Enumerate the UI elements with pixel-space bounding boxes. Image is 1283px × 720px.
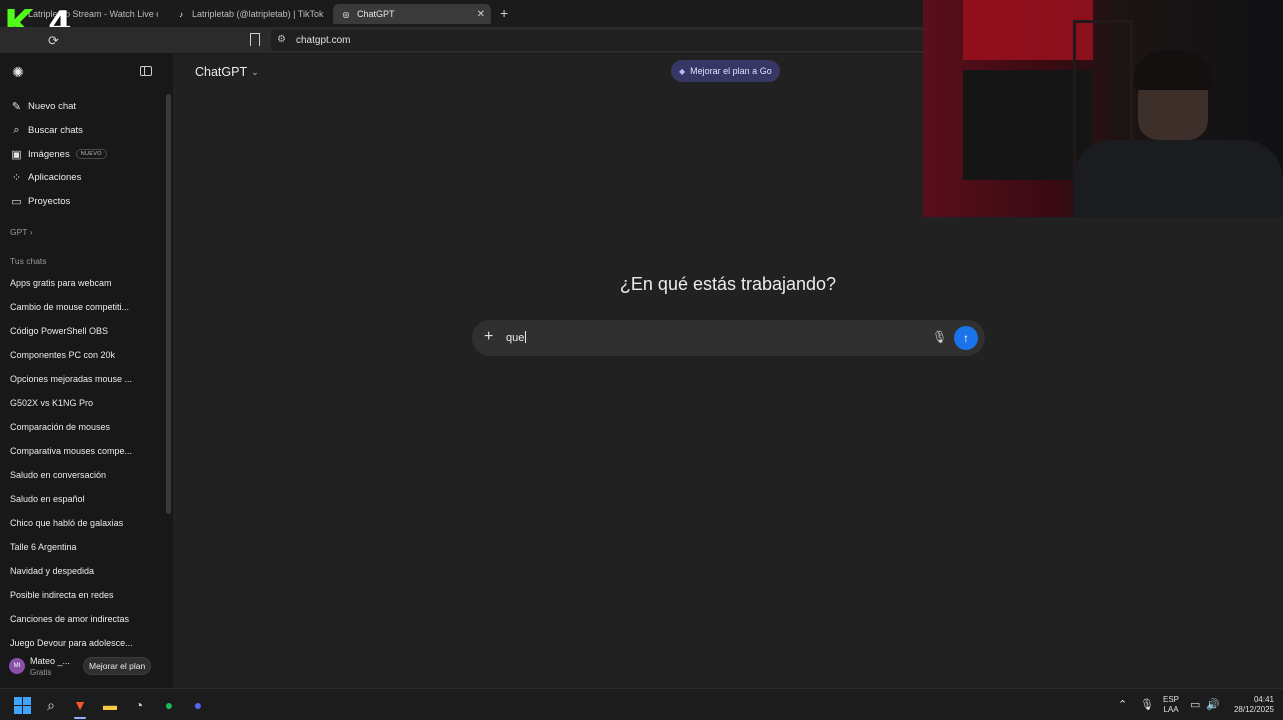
clock[interactable]: 04:41 28/12/2025 <box>1226 689 1274 720</box>
screen: Latripletab Stream - Watch Live on Kick … <box>0 0 1283 720</box>
active-app-indicator <box>74 717 86 719</box>
edit-icon: ✎ <box>11 100 22 113</box>
search-icon: ⌕ <box>13 123 20 136</box>
arrow-up-icon: ↑ <box>963 331 969 345</box>
prompt-input[interactable]: que <box>506 331 527 344</box>
chatgpt-icon: ◎ <box>342 9 350 19</box>
chevron-up-icon[interactable]: ⌃ <box>1118 698 1127 711</box>
avatar[interactable]: MI <box>9 658 25 674</box>
send-button[interactable]: ↑ <box>954 326 978 350</box>
prompt-text: que <box>506 332 525 344</box>
spotify-icon[interactable]: ● <box>159 695 179 715</box>
chats-heading: Tus chats <box>10 256 47 266</box>
sidebar-item-projects[interactable]: ▭ Proyectos <box>10 192 70 210</box>
language-code: ESP <box>1162 695 1179 704</box>
composer[interactable]: + que 🎙 ↑ <box>472 320 985 356</box>
language-indicator[interactable]: ESP LAA <box>1162 689 1180 720</box>
chat-list-item[interactable]: Comparación de mouses <box>10 422 160 432</box>
model-name: ChatGPT <box>195 65 248 79</box>
new-badge: NUEVO <box>75 149 107 159</box>
sidebar-item-label: Aplicaciones <box>28 171 82 183</box>
microphone-tray-icon[interactable]: 🎙 <box>1140 698 1154 711</box>
chat-list-item[interactable]: Comparativa mouses compe... <box>10 446 160 456</box>
tiktok-icon: ♪ <box>179 9 183 19</box>
tab-title: Latripletab (@latripletab) | TikTok <box>192 9 324 19</box>
text-caret <box>525 331 527 343</box>
url-text: chatgpt.com <box>296 35 351 46</box>
image-icon: ▣ <box>11 148 22 161</box>
webcam-overlay <box>923 0 1283 217</box>
webcam-person-hair <box>1133 50 1213 90</box>
folder-icon: ▭ <box>11 195 22 208</box>
sidebar-gpt-section[interactable]: GPT › <box>10 227 33 237</box>
close-tab-icon[interactable]: ✕ <box>477 9 485 20</box>
browser-tab-strip: Latripletab Stream - Watch Live on Kick … <box>0 0 923 27</box>
sidebar-item-apps[interactable]: ⁘ Aplicaciones <box>10 168 81 186</box>
new-tab-button[interactable]: + <box>500 5 508 21</box>
chat-list-item[interactable]: Canciones de amor indirectas <box>10 614 160 624</box>
sidebar-item-new-chat[interactable]: ✎ Nuevo chat <box>10 97 76 115</box>
sidebar: ✺ ✎ Nuevo chat ⌕ Buscar chats ▣ Imágenes… <box>0 54 173 688</box>
chat-list-item[interactable]: Código PowerShell OBS <box>10 326 160 336</box>
chat-list-item[interactable]: Posible indirecta en redes <box>10 590 160 600</box>
search-icon[interactable]: ⌕ <box>41 695 61 715</box>
windows-start-icon[interactable] <box>12 695 32 715</box>
tab-title: ChatGPT <box>357 9 395 19</box>
plus-icon[interactable]: + <box>484 328 493 346</box>
sidebar-user-footer: MI Mateo _... Gratis Mejorar el plan <box>0 650 173 688</box>
sidebar-toggle-icon[interactable] <box>140 66 152 76</box>
chevron-down-icon: ⌄ <box>251 66 259 77</box>
sidebar-item-images[interactable]: ▣ Imágenes NUEVO <box>10 145 107 163</box>
upgrade-go-label: Mejorar el plan a Go <box>690 66 772 76</box>
sidebar-item-label: Buscar chats <box>28 124 83 136</box>
chevron-right-icon: › <box>29 227 33 237</box>
user-name[interactable]: Mateo _... <box>30 656 70 666</box>
user-plan: Gratis <box>30 668 52 677</box>
network-icon[interactable]: ▭ <box>1190 698 1200 711</box>
chat-list-item[interactable]: Cambio de mouse competiti... <box>10 302 160 312</box>
chat-list-item[interactable]: Saludo en español <box>10 494 160 504</box>
reload-icon[interactable]: ⟳ <box>48 33 59 49</box>
sidebar-item-label: Nuevo chat <box>28 100 77 112</box>
webcam-person-body <box>1073 140 1283 217</box>
volume-icon[interactable]: 🔊 <box>1206 698 1220 711</box>
chat-list-item[interactable]: Componentes PC con 20k <box>10 350 160 360</box>
chatgpt-logo-icon[interactable]: ✺ <box>10 64 26 80</box>
sidebar-item-search-chats[interactable]: ⌕ Buscar chats <box>10 121 83 139</box>
discord-icon[interactable]: ● <box>188 695 208 715</box>
sidebar-item-label: Imágenes <box>28 148 70 160</box>
chat-list-item[interactable]: Navidad y despedida <box>10 566 160 576</box>
upgrade-plan-button[interactable]: Mejorar el plan <box>83 657 152 675</box>
sidebar-item-label: Proyectos <box>28 195 71 207</box>
microphone-icon[interactable]: 🎙 <box>932 330 947 344</box>
chat-list-item[interactable]: Opciones mejoradas mouse ... <box>10 374 160 384</box>
clock-time: 04:41 <box>1253 695 1274 704</box>
keyboard-layout: LAA <box>1163 705 1179 714</box>
chat-list-item[interactable]: G502X vs K1NG Pro <box>10 398 160 408</box>
apps-icon: ⁘ <box>11 171 22 184</box>
chat-list-item[interactable]: Chico que habló de galaxias <box>10 518 160 528</box>
page-heading: ¿En qué estás trabajando? <box>619 274 837 294</box>
chat-list-item[interactable]: Talle 6 Argentina <box>10 542 160 552</box>
sidebar-scrollbar[interactable] <box>166 94 171 514</box>
model-picker[interactable]: ChatGPT ⌄ <box>195 65 259 79</box>
url-field[interactable]: ⚙ chatgpt.com <box>271 30 923 51</box>
taskbar: ⌕ ▼ ▬ ◔ ● ● ⌃ 🎙 ESP LAA ▭ 🔊 04:41 28/12/… <box>0 688 1283 720</box>
chat-list-item[interactable]: Saludo en conversación <box>10 470 160 480</box>
address-bar-row: ⟳ ⚙ chatgpt.com <box>0 27 923 54</box>
sparkle-icon: ◆ <box>679 66 686 76</box>
chat-list-item[interactable]: Apps gratis para webcam <box>10 278 160 288</box>
gpt-label: GPT <box>10 227 28 237</box>
site-info-icon[interactable]: ⚙ <box>277 34 286 45</box>
tab-chatgpt[interactable]: ◎ ChatGPT ✕ <box>333 4 491 24</box>
clock-date: 28/12/2025 <box>1233 705 1274 714</box>
brave-browser-icon[interactable]: ▼ <box>70 695 90 715</box>
chat-list-item[interactable]: Juego Devour para adolesce... <box>10 638 160 648</box>
tab-tiktok[interactable]: ♪ Latripletab (@latripletab) | TikTok <box>176 4 326 24</box>
upgrade-go-button[interactable]: ◆ Mejorar el plan a Go <box>671 60 780 82</box>
obs-icon[interactable]: ◔ <box>129 695 149 715</box>
bookmark-icon[interactable] <box>250 33 260 46</box>
file-explorer-icon[interactable]: ▬ <box>100 695 120 715</box>
